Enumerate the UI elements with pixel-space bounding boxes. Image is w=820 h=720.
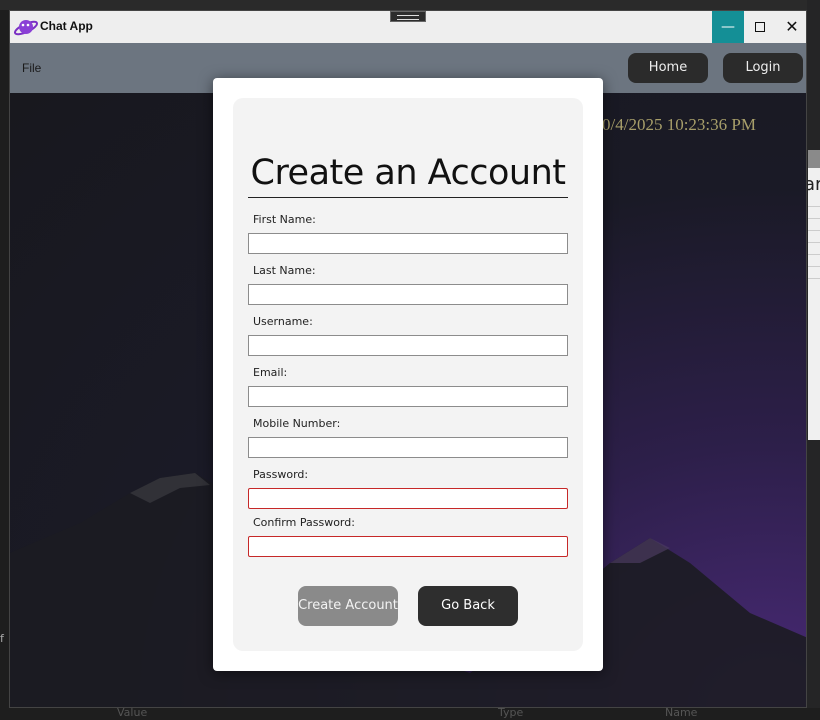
window-title: Chat App	[40, 19, 93, 33]
background-ide-topbar	[0, 0, 820, 10]
home-button[interactable]: Home	[628, 53, 708, 83]
form-heading: Create an Account	[248, 152, 568, 198]
side-panel-row	[808, 255, 820, 267]
form-card: Create an Account First Name: Last Name:…	[233, 98, 583, 651]
side-panel-row	[808, 231, 820, 243]
clock-display: 0/4/2025 10:23:36 PM	[602, 115, 756, 134]
minimize-button[interactable]: —	[712, 11, 744, 43]
background-side-panel: ar	[808, 150, 820, 440]
menu-file[interactable]: File	[22, 61, 41, 75]
first-name-label: First Name:	[253, 213, 316, 226]
background-left-text: f	[0, 632, 4, 645]
confirm-password-input[interactable]	[248, 536, 568, 557]
side-panel-row	[808, 195, 820, 207]
side-panel-row	[808, 267, 820, 279]
side-panel-text: ar	[808, 174, 820, 195]
close-button[interactable]: ✕	[776, 11, 806, 43]
username-label: Username:	[253, 315, 313, 328]
last-name-label: Last Name:	[253, 264, 316, 277]
planet-app-icon	[13, 20, 39, 36]
create-account-dialog: Create an Account First Name: Last Name:…	[213, 78, 603, 671]
maximize-icon	[755, 22, 765, 32]
email-input[interactable]	[248, 386, 568, 407]
create-account-button[interactable]: Create Account	[298, 586, 398, 626]
mobile-number-input[interactable]	[248, 437, 568, 458]
background-ide-bottom: Value Type Name	[0, 706, 820, 720]
password-label: Password:	[253, 468, 309, 481]
confirm-password-label: Confirm Password:	[253, 516, 355, 529]
side-panel-row	[808, 219, 820, 231]
go-back-button[interactable]: Go Back	[418, 586, 518, 626]
title-bar[interactable]: Chat App — ✕	[10, 11, 806, 43]
mobile-number-label: Mobile Number:	[253, 417, 341, 430]
login-button[interactable]: Login	[723, 53, 803, 83]
side-panel-row	[808, 207, 820, 219]
side-panel-header	[808, 150, 820, 168]
maximize-button[interactable]	[744, 11, 776, 43]
first-name-input[interactable]	[248, 233, 568, 254]
last-name-input[interactable]	[248, 284, 568, 305]
side-panel-row	[808, 243, 820, 255]
username-input[interactable]	[248, 335, 568, 356]
password-input[interactable]	[248, 488, 568, 509]
email-label: Email:	[253, 366, 288, 379]
drag-handle[interactable]	[390, 11, 426, 22]
